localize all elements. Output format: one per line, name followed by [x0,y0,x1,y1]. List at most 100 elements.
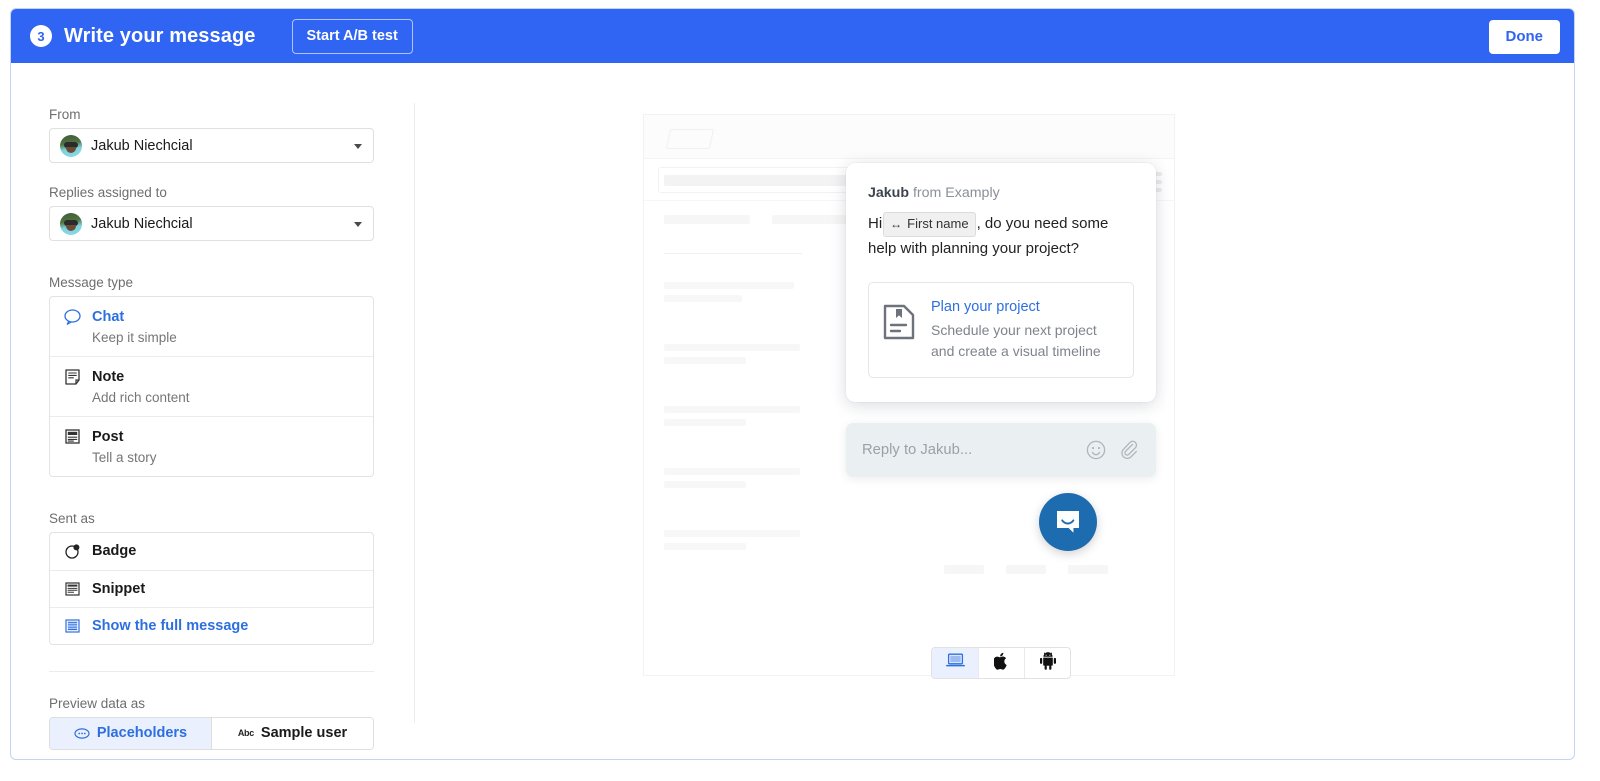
option-title: Snippet [92,580,146,597]
skeleton-chip [664,215,750,224]
device-option-desktop[interactable] [932,648,978,678]
avatar [60,134,82,157]
message-sender-suffix: from Examply [912,185,1000,201]
preview-data-as-label: Preview data as [49,695,146,711]
option-title: Note [92,369,125,386]
replies-assigned-select[interactable]: Jakub Niechcial [49,206,374,241]
preview-option-placeholders[interactable]: Placeholders [50,717,211,749]
emoji-icon[interactable] [1086,440,1106,460]
message-type-group: Message type Chat Keep it simple Note Ad… [49,275,374,478]
skeleton-chip-row [664,215,858,224]
article-icon [883,298,917,361]
option-body: Chat Keep it simple [92,308,177,345]
message-type-label: Message type [49,275,134,290]
option-title: Show the full message [92,617,249,634]
reply-composer[interactable]: Reply to Jakub... [846,423,1156,477]
option-title: Badge [92,543,137,560]
article-attachment-card[interactable]: Plan your project Schedule your next pro… [868,281,1134,379]
message-type-option-note[interactable]: Note Add rich content [50,356,373,416]
laptop-icon [945,653,965,673]
chat-bubble-icon [63,308,82,345]
preview-data-as-toggle: Placeholders Abc Sample user [49,716,374,750]
note-icon [63,368,82,405]
article-text: Plan your project Schedule your next pro… [931,298,1119,361]
sent-as-group: Sent as Badge Snippet Show the full mess… [49,511,374,645]
preview-data-as-group: Preview data as Placeholders Abc Sample … [49,696,374,750]
from-selected-value: Jakub Niechcial [91,137,193,154]
message-sender-name: Jakub [868,185,910,201]
skeleton-chip [1006,565,1046,574]
device-option-android[interactable] [1024,648,1070,678]
abc-icon: Abc [237,728,254,739]
skeleton-chip [1068,565,1108,574]
skeleton-line [664,344,800,351]
option-body: Note Add rich content [92,368,190,405]
message-body: Hi ↔ First name, do you need some help wit… [868,212,1134,261]
chevron-down-icon [354,143,362,149]
placeholder-token-first-name[interactable]: ↔ First name [883,212,976,238]
option-title: Chat [92,309,125,325]
done-button[interactable]: Done [1488,20,1560,54]
preview-option-sample-user[interactable]: Abc Sample user [211,717,373,749]
sent-as-option-full-message[interactable]: Show the full message [50,606,373,644]
settings-form: From Jakub Niechcial Replies assigned to… [49,107,374,750]
arrows-icon: ↔ [890,217,903,231]
apple-icon [993,652,1009,675]
from-label: From [49,107,81,122]
message-sender-line: Jakub from Examply [868,185,1134,201]
wizard-header: 3 Write your message Start A/B test Done [11,9,1574,63]
messenger-launcher-button[interactable] [1039,493,1097,551]
skeleton-line [664,406,800,413]
message-text-before: Hi [868,215,883,232]
skeleton-topbar [644,115,1174,159]
preview-option-label: Sample user [260,725,348,742]
sent-as-option-badge[interactable]: Badge [50,533,373,569]
replies-assigned-field-group: Replies assigned to Jakub Niechcial [49,185,374,241]
sent-as-label: Sent as [49,511,95,527]
option-title: Post [92,429,124,446]
android-icon [1039,651,1056,675]
preview-option-label: Placeholders [96,725,188,742]
option-body: Show the full message [92,617,248,635]
option-body: Post Tell a story [92,428,157,465]
paperclip-icon[interactable] [1120,440,1140,460]
skeleton-line [664,419,746,426]
from-select[interactable]: Jakub Niechcial [49,128,374,163]
messenger-launcher-icon [1057,511,1079,533]
device-option-ios[interactable] [978,648,1024,678]
from-field-group: From Jakub Niechcial [49,107,374,163]
start-ab-test-button[interactable]: Start A/B test [291,18,413,54]
avatar [60,212,82,235]
column-divider [414,103,415,723]
option-subtitle: Tell a story [92,450,157,466]
skeleton-footer-chips [944,565,1108,574]
skeleton-rule [664,253,802,254]
device-preview-toggle [931,647,1071,679]
chevron-down-icon [354,221,362,227]
skeleton-line [664,481,746,488]
content-area: From Jakub Niechcial Replies assigned to… [11,63,1574,759]
skeleton-line [664,357,746,364]
replies-assigned-label: Replies assigned to [49,185,167,200]
skeleton-line [664,295,742,302]
step-number-badge: 3 [30,25,52,47]
post-icon [63,428,82,465]
placeholder-token-label: First name [907,216,969,232]
full-message-icon [63,618,82,633]
snippet-icon [63,581,82,596]
message-type-option-chat[interactable]: Chat Keep it simple [50,297,373,356]
chat-message-card: Jakub from Examply Hi ↔ First name, do you… [846,163,1156,403]
option-body: Snippet [92,580,145,598]
skeleton-line [664,282,794,289]
sent-as-options: Badge Snippet Show the full message [49,532,374,645]
skeleton-chip [944,565,984,574]
skeleton-line [664,530,800,537]
sent-as-option-snippet[interactable]: Snippet [50,569,373,607]
skeleton-logo [665,129,715,149]
badge-icon [63,543,82,560]
message-type-option-post[interactable]: Post Tell a story [50,416,373,476]
